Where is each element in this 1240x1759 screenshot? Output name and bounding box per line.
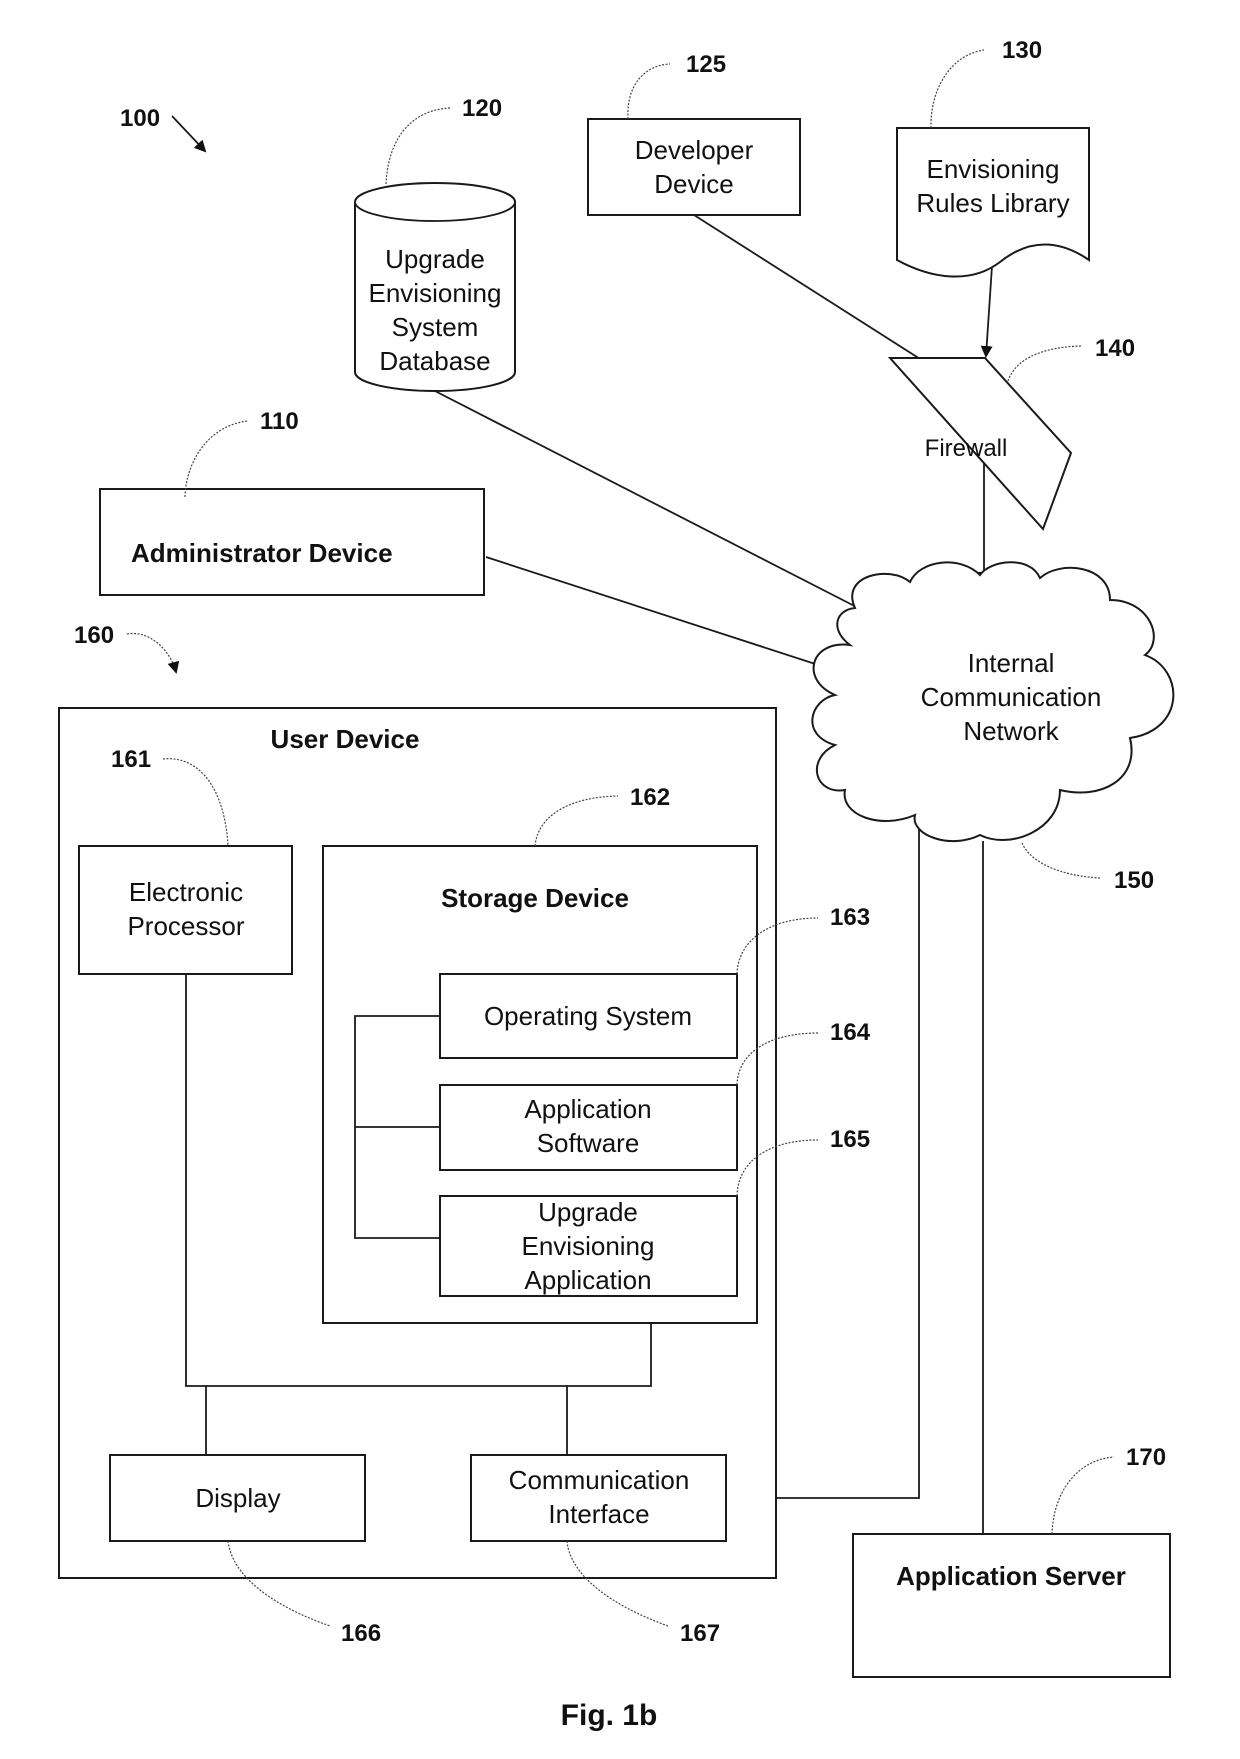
upgrade-app-label-3: Application	[524, 1265, 651, 1295]
developer-device-node[interactable]: Developer Device	[587, 118, 801, 216]
figure-caption: Fig. 1b	[561, 1699, 658, 1732]
system-arrow-icon	[171, 115, 207, 153]
upgrade-app-label-1: Upgrade	[538, 1197, 638, 1227]
firewall-node[interactable]: Firewall	[887, 357, 1073, 531]
comm-interface-label-1: Communication	[509, 1465, 690, 1495]
ref-120: 120	[462, 95, 502, 122]
application-software-label-2: Software	[537, 1128, 640, 1158]
network-label-3: Network	[963, 716, 1059, 746]
app-server-box	[852, 1533, 1171, 1678]
app-server-label: Application Server	[896, 1561, 1126, 1591]
database-node[interactable]: Upgrade Envisioning System Database	[354, 182, 516, 392]
firewall-label: Firewall	[925, 435, 1008, 462]
ref-125: 125	[686, 51, 726, 78]
developer-device-label-1: Developer	[635, 135, 754, 165]
database-label-3: System	[392, 312, 479, 342]
user-device-label: User Device	[271, 724, 420, 754]
leader-120	[385, 107, 451, 185]
storage-label: Storage Device	[441, 883, 629, 913]
leader-160	[126, 632, 180, 674]
leader-150	[1021, 842, 1101, 879]
leader-170	[1051, 1456, 1115, 1535]
ref-110: 110	[260, 408, 299, 435]
leader-110	[184, 420, 249, 498]
connector-database-network	[434, 390, 873, 616]
display-node[interactable]: Display	[109, 1454, 366, 1542]
ref-100: 100	[120, 105, 160, 132]
ref-160: 160	[74, 622, 114, 649]
ref-165: 165	[830, 1126, 870, 1153]
rules-library-node[interactable]: Envisioning Rules Library	[896, 127, 1090, 278]
operating-system-label: Operating System	[484, 1001, 692, 1031]
application-software-label-1: Application	[524, 1094, 651, 1124]
developer-device-box	[587, 118, 801, 216]
rules-library-label-2: Rules Library	[916, 188, 1069, 218]
application-software-node[interactable]: Application Software	[439, 1084, 738, 1171]
leader-130	[930, 49, 985, 129]
ref-170: 170	[1126, 1444, 1166, 1471]
system-diagram: 100 Upgrade Envisioning System Database …	[58, 37, 1175, 1732]
admin-device-node[interactable]: Administrator Device	[99, 488, 485, 596]
database-label-1: Upgrade	[385, 244, 485, 274]
ref-167: 167	[680, 1620, 720, 1647]
ref-140: 140	[1095, 335, 1135, 362]
developer-device-label-2: Device	[654, 169, 733, 199]
comm-interface-label-2: Interface	[548, 1499, 649, 1529]
database-label-2: Envisioning	[369, 278, 502, 308]
admin-device-label: Administrator Device	[131, 538, 393, 568]
processor-label-1: Electronic	[129, 877, 243, 907]
display-label: Display	[195, 1483, 280, 1513]
connector-developer-firewall	[693, 214, 929, 365]
database-label-4: Database	[379, 346, 490, 376]
rules-library-label-1: Envisioning	[927, 154, 1060, 184]
upgrade-app-label-2: Envisioning	[522, 1231, 655, 1261]
ref-130: 130	[1002, 37, 1042, 64]
upgrade-app-node[interactable]: Upgrade Envisioning Application	[439, 1195, 738, 1297]
processor-box	[78, 845, 293, 975]
app-server-node[interactable]: Application Server	[852, 1533, 1171, 1678]
ref-163: 163	[830, 904, 870, 931]
processor-node[interactable]: Electronic Processor	[78, 845, 293, 975]
ref-161: 161	[111, 746, 151, 773]
connector-admin-network	[485, 556, 844, 674]
processor-label-2: Processor	[127, 911, 244, 941]
arrow-rules-to-firewall	[980, 265, 993, 358]
ref-164: 164	[830, 1019, 871, 1046]
ref-150: 150	[1114, 867, 1154, 894]
network-label-1: Internal	[968, 648, 1055, 678]
comm-interface-node[interactable]: Communication Interface	[470, 1454, 727, 1542]
leader-125	[627, 63, 671, 120]
operating-system-node[interactable]: Operating System	[439, 973, 738, 1059]
ref-162: 162	[630, 784, 670, 811]
network-label-2: Communication	[921, 682, 1102, 712]
ref-166: 166	[341, 1620, 381, 1647]
leader-140	[1007, 345, 1083, 382]
network-node[interactable]: Internal Communication Network	[811, 561, 1175, 843]
